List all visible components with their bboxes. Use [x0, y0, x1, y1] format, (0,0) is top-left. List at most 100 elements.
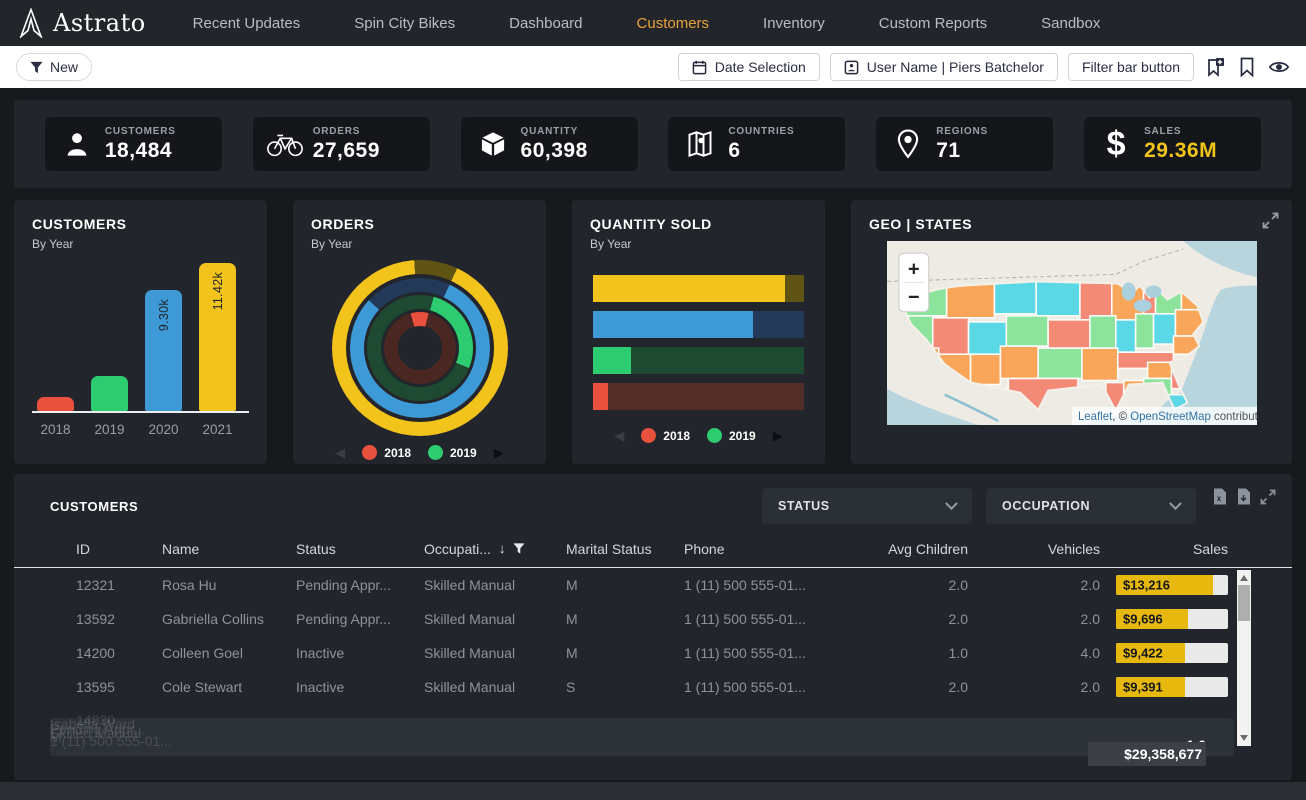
status-dropdown[interactable]: STATUS [762, 488, 972, 524]
export-data-icon[interactable] [1236, 488, 1251, 505]
kpi-customers: CUSTOMERS 18,484 [45, 117, 222, 171]
legend-prev-arrow[interactable]: ◀ [335, 446, 345, 459]
sales-bar: $9,696 [1100, 609, 1228, 629]
col-id[interactable]: ID [50, 541, 162, 557]
legend-item-2018[interactable]: 2018 [641, 428, 690, 443]
legend-item-2018[interactable]: 2018 [362, 445, 411, 460]
hbar-2018[interactable] [593, 383, 804, 410]
map-attribution: Leaflet, © OpenStreetMap contributors [1072, 407, 1257, 425]
date-selection-label: Date Selection [715, 59, 806, 75]
donut-chart[interactable] [311, 259, 528, 437]
sales-bar: $9,391 [1100, 677, 1228, 697]
hbar-2021[interactable] [593, 275, 804, 302]
chart-legend: ◀ 2018 2019 ▶ [311, 445, 528, 460]
bar-2019[interactable] [91, 376, 128, 411]
map-zoom-in-button: + [908, 258, 920, 280]
table-scrollbar[interactable] [1237, 570, 1251, 746]
chevron-down-icon [1169, 497, 1182, 510]
svg-text:x: x [1217, 494, 1222, 503]
filter-bar-label: Filter bar button [1082, 59, 1180, 75]
col-status[interactable]: Status [296, 541, 424, 557]
kpi-regions: REGIONS 71 [876, 117, 1053, 171]
nav-item-spin-city-bikes[interactable]: Spin City Bikes [327, 15, 482, 32]
map-icon [672, 130, 728, 158]
chart-title: QUANTITY SOLD [590, 216, 807, 232]
col-sales[interactable]: Sales [1100, 541, 1228, 557]
kpi-sales: $ SALES 29.36M [1084, 117, 1261, 171]
bar-2018[interactable] [37, 397, 74, 411]
chart-title: ORDERS [311, 216, 528, 232]
occupation-dropdown[interactable]: OCCUPATION [986, 488, 1196, 524]
col-phone[interactable]: Phone [684, 541, 852, 557]
nav-item-recent-updates[interactable]: Recent Updates [166, 15, 328, 32]
dollar-icon: $ [1088, 125, 1144, 164]
nav-item-dashboard[interactable]: Dashboard [482, 15, 609, 32]
table-row[interactable]: 13595Cole StewartInactiveSkilled ManualS… [14, 670, 1292, 704]
date-selection-button[interactable]: Date Selection [678, 53, 820, 81]
kpi-value: 27,659 [313, 139, 380, 163]
kpi-label: QUANTITY [521, 126, 588, 137]
col-vehicles[interactable]: Vehicles [968, 541, 1100, 557]
sort-desc-icon[interactable]: ↓ [499, 541, 506, 556]
legend-next-arrow[interactable]: ▶ [494, 446, 504, 459]
nav-item-custom-reports[interactable]: Custom Reports [852, 15, 1014, 32]
table-row[interactable]: 12321Rosa HuPending Appr...Skilled Manua… [14, 568, 1292, 602]
sales-bar: $9,422 [1100, 643, 1228, 663]
legend-next-arrow[interactable]: ▶ [773, 429, 783, 442]
x-tick: 2021 [199, 422, 236, 437]
kpi-label: ORDERS [313, 126, 380, 137]
chart-title: CUSTOMERS [32, 216, 249, 232]
status-dropdown-label: STATUS [778, 499, 830, 513]
table-header-row: ID Name Status Occupati... ↓ Marital Sta… [14, 530, 1292, 568]
bar-chart[interactable]: 9.30k 11.42k [32, 265, 249, 413]
export-excel-icon[interactable]: x [1212, 488, 1227, 505]
kpi-label: CUSTOMERS [105, 126, 176, 137]
chart-subtitle: By Year [311, 237, 528, 251]
x-tick: 2018 [37, 422, 74, 437]
table-row[interactable]: 13592Gabriella CollinsPending Appr...Ski… [14, 602, 1292, 636]
column-filter-icon[interactable] [513, 543, 525, 554]
astrato-logo-icon [18, 8, 44, 38]
legend-item-2019[interactable]: 2019 [707, 428, 756, 443]
new-filter-button[interactable]: New [16, 53, 92, 81]
col-marital-status[interactable]: Marital Status [566, 541, 684, 557]
hbar-2020[interactable] [593, 311, 804, 338]
nav-item-sandbox[interactable]: Sandbox [1014, 15, 1127, 32]
expand-icon[interactable] [1260, 489, 1276, 505]
bookmark-icon[interactable] [1236, 56, 1258, 78]
col-avg-children[interactable]: Avg Children [852, 541, 968, 557]
hbar-2019[interactable] [593, 347, 804, 374]
hbar-chart[interactable] [590, 275, 807, 410]
bicycle-icon [257, 131, 313, 157]
user-button[interactable]: User Name | Piers Batchelor [830, 53, 1058, 81]
scrollbar-thumb[interactable] [1238, 585, 1250, 621]
filter-bar-button[interactable]: Filter bar button [1068, 53, 1194, 81]
bookmark-add-icon[interactable] [1204, 56, 1226, 78]
bar-2020[interactable]: 9.30k [145, 290, 182, 411]
kpi-quantity: QUANTITY 60,398 [461, 117, 638, 171]
kpi-orders: ORDERS 27,659 [253, 117, 430, 171]
scroll-up-arrow[interactable] [1240, 575, 1248, 581]
expand-icon[interactable] [1262, 212, 1279, 229]
table-row[interactable]: 14200Colleen GoelInactiveSkilled ManualM… [14, 636, 1292, 670]
kpi-value: 18,484 [105, 139, 176, 163]
map-zoom-control: + − [899, 253, 929, 312]
nav-item-inventory[interactable]: Inventory [736, 15, 852, 32]
legend-prev-arrow[interactable]: ◀ [614, 429, 624, 442]
eye-icon[interactable] [1268, 56, 1290, 78]
customers-by-year-card: CUSTOMERS By Year 9.30k11.42k 2018201920… [14, 200, 267, 464]
bar-2021[interactable]: 11.42k [199, 263, 236, 411]
chart-legend: ◀ 2018 2019 ▶ [590, 428, 807, 443]
col-name[interactable]: Name [162, 541, 296, 557]
filter-toolbar: New Date Selection User Name | Piers Bat… [0, 46, 1306, 88]
map-zoom-out-button: − [908, 287, 920, 309]
quantity-sold-card: QUANTITY SOLD By Year ◀20182019▶ [572, 200, 825, 464]
scroll-down-arrow[interactable] [1240, 735, 1248, 741]
col-occupation[interactable]: Occupati... ↓ [424, 541, 566, 557]
kpi-value: 60,398 [521, 139, 588, 163]
nav-item-customers[interactable]: Customers [610, 15, 737, 32]
brand[interactable]: Astrato [18, 8, 146, 38]
legend-item-2019[interactable]: 2019 [428, 445, 477, 460]
funnel-icon [30, 61, 43, 74]
us-states-map[interactable]: + − Leaflet, © OpenStreetMap contributor… [887, 241, 1257, 425]
